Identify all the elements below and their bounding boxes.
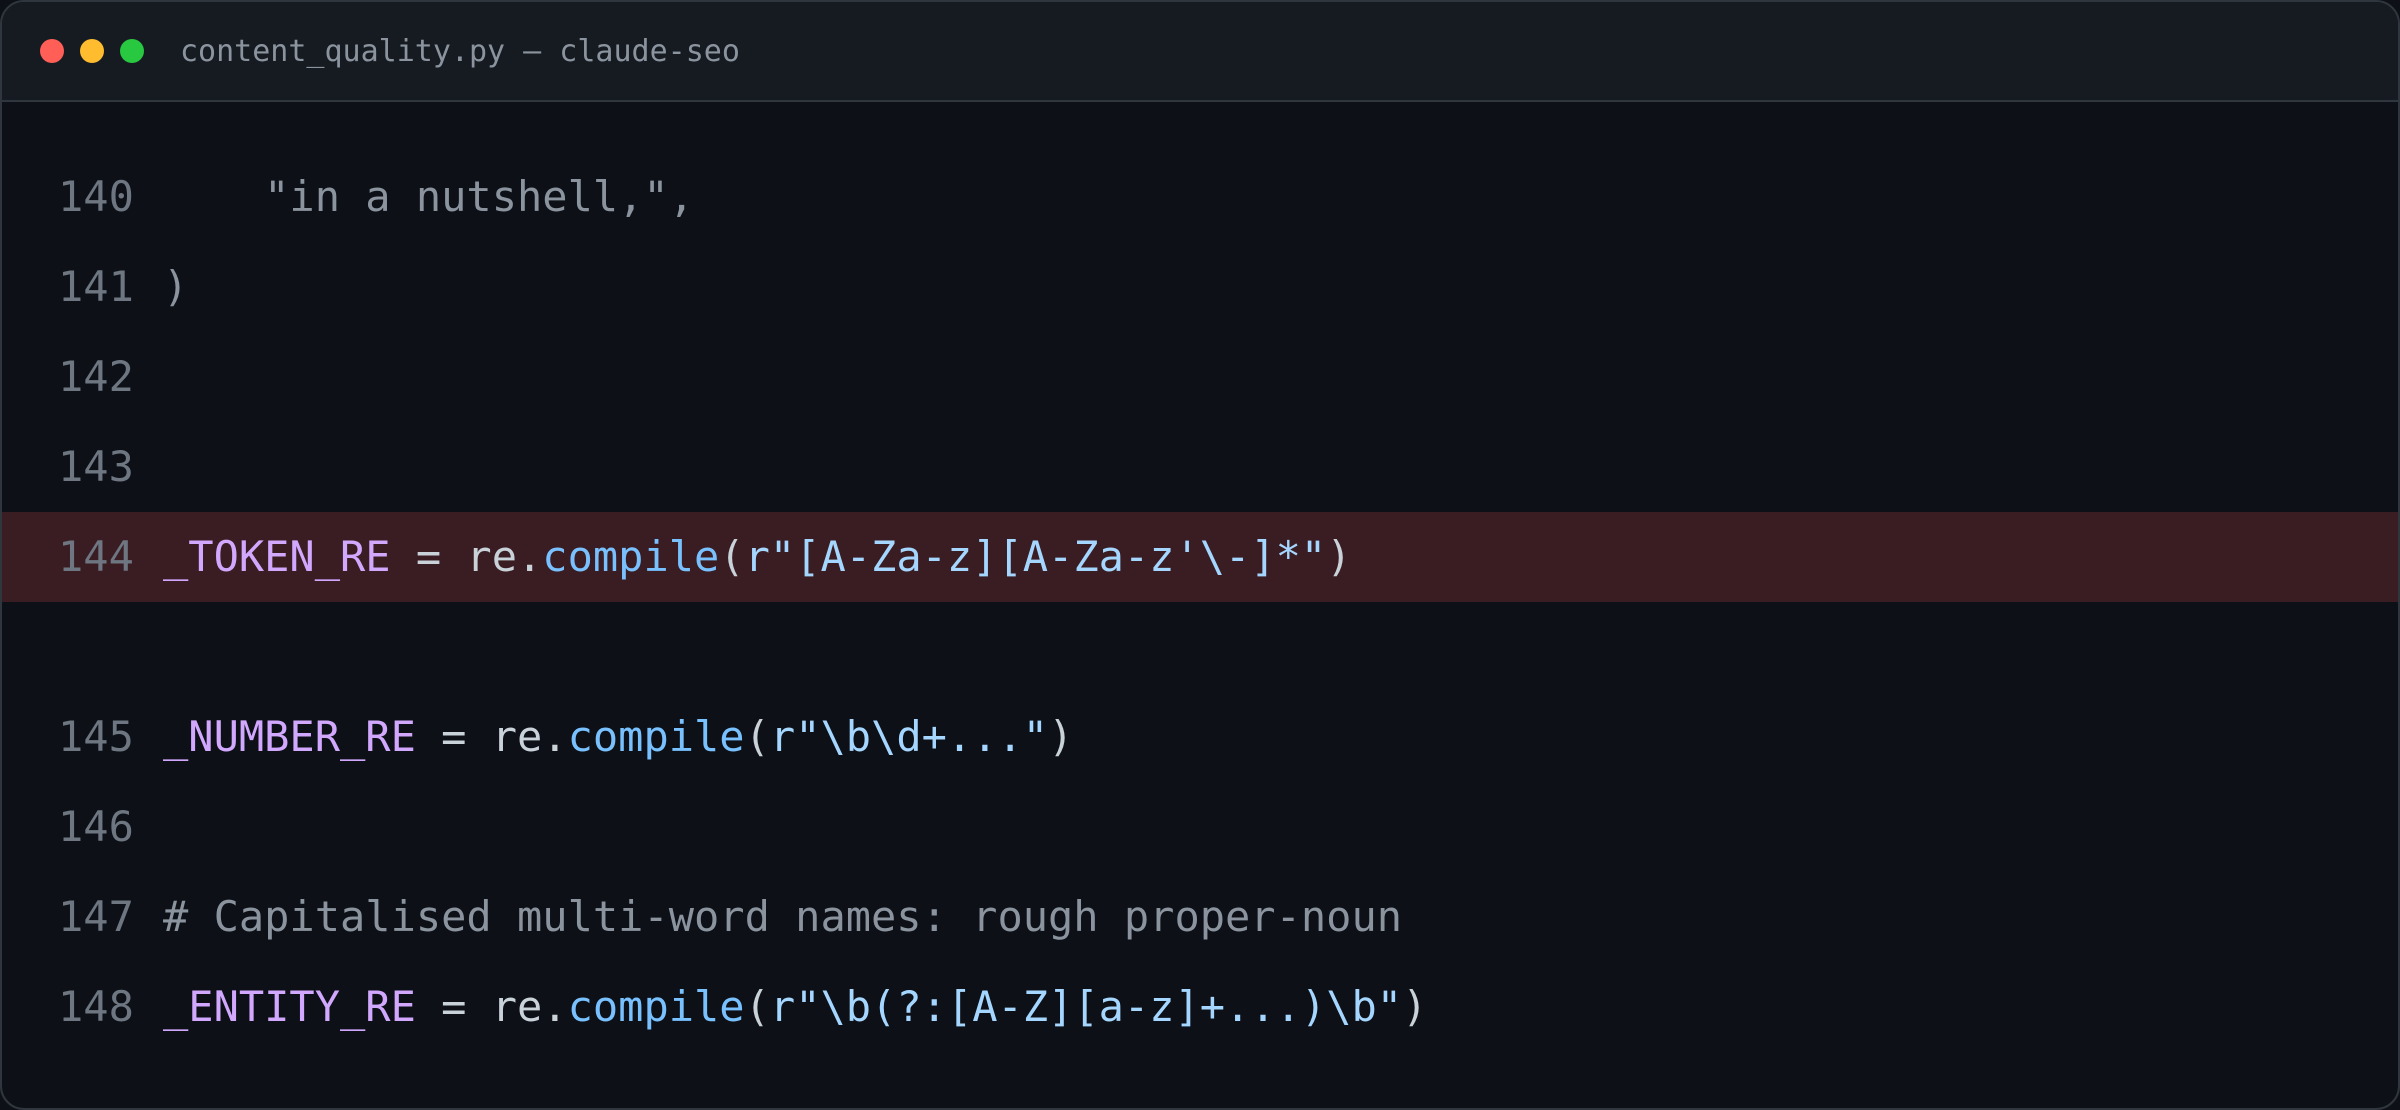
- code-text: _NUMBER_RE = re.compile(r"\b\d+..."): [163, 692, 1073, 782]
- string-token: r"[A-Za-z][A-Za-z'\-]*": [744, 532, 1327, 581]
- code-comment: # Capitalised multi-word names: rough pr…: [163, 892, 1403, 941]
- code-text: "in a nutshell,",: [163, 172, 695, 221]
- paren-token: ): [1326, 532, 1352, 581]
- operator-token: = re.: [390, 532, 543, 581]
- code-line: 143: [2, 422, 2398, 512]
- line-number: 144: [58, 532, 134, 581]
- variable-token: _NUMBER_RE: [163, 712, 416, 761]
- operator-token: = re.: [415, 712, 568, 761]
- maximize-window-button[interactable]: [120, 39, 144, 63]
- minimize-window-button[interactable]: [80, 39, 104, 63]
- line-number: 143: [58, 442, 134, 491]
- code-line: 140 "in a nutshell,",: [2, 152, 2398, 242]
- line-number: 147: [58, 892, 134, 941]
- variable-token: _TOKEN_RE: [163, 532, 391, 581]
- string-token: r"\b\d+...": [769, 712, 1049, 761]
- code-line: 142: [2, 332, 2398, 422]
- string-token: r"\b(?:[A-Z][a-z]+...)\b": [769, 982, 1403, 1031]
- editor-window: content_quality.py — claude-seo 140 "in …: [0, 0, 2400, 1110]
- code-text: ): [163, 262, 189, 311]
- code-text: _TOKEN_RE = re.compile(r"[A-Za-z][A-Za-z…: [163, 512, 1352, 602]
- line-number: 146: [58, 802, 134, 851]
- code-line: 145 _NUMBER_RE = re.compile(r"\b\d+..."): [2, 692, 2398, 782]
- paren-token: ): [1048, 712, 1074, 761]
- title-bar: content_quality.py — claude-seo: [2, 2, 2398, 102]
- line-number: 148: [58, 982, 134, 1031]
- close-window-button[interactable]: [40, 39, 64, 63]
- code-line: 141 ): [2, 242, 2398, 332]
- code-line: 146: [2, 782, 2398, 872]
- code-line-highlighted: 144 _TOKEN_RE = re.compile(r"[A-Za-z][A-…: [2, 512, 2398, 602]
- code-line: 147 # Capitalised multi-word names: roug…: [2, 872, 2398, 962]
- line-number: 145: [58, 712, 134, 761]
- line-number: 142: [58, 352, 134, 401]
- function-token: compile: [567, 712, 745, 761]
- function-token: compile: [542, 532, 720, 581]
- function-token: compile: [567, 982, 745, 1031]
- window-title: content_quality.py — claude-seo: [180, 34, 740, 69]
- operator-token: = re.: [415, 982, 568, 1031]
- line-number: 141: [58, 262, 134, 311]
- paren-token: (: [744, 982, 770, 1031]
- paren-token: (: [719, 532, 745, 581]
- paren-token: (: [744, 712, 770, 761]
- variable-token: _ENTITY_RE: [163, 982, 416, 1031]
- code-text: _ENTITY_RE = re.compile(r"\b(?:[A-Z][a-z…: [163, 962, 1427, 1052]
- paren-token: ): [1402, 982, 1428, 1031]
- code-line: 148 _ENTITY_RE = re.compile(r"\b(?:[A-Z]…: [2, 962, 2398, 1052]
- line-number: 140: [58, 172, 134, 221]
